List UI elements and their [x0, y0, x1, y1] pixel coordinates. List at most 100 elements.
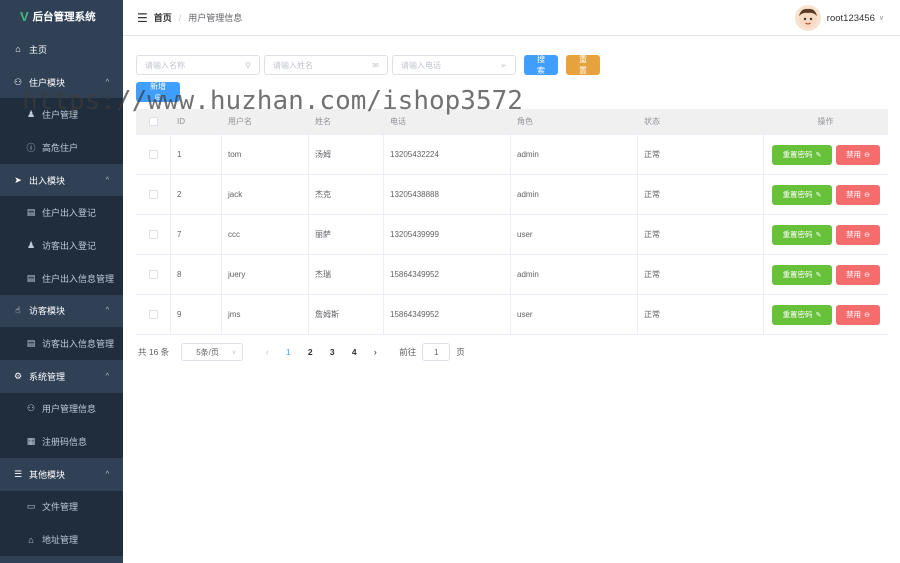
goto-page-input[interactable]: 1 — [422, 343, 451, 361]
stamp-icon: ♟ — [26, 239, 36, 250]
row-checkbox[interactable] — [148, 270, 158, 279]
select-all-checkbox[interactable] — [149, 117, 158, 126]
row-select-cell[interactable] — [136, 215, 171, 254]
name-search-input[interactable] — [145, 60, 235, 70]
sidebar-item-4[interactable]: ➤ 出入模块 ^ — [0, 164, 123, 197]
sidebar-item-label: 其他模块 — [29, 469, 66, 480]
sidebar-item-15[interactable]: ⌂ 地址管理 — [0, 523, 123, 556]
reset-button[interactable]: 重置 — [566, 55, 600, 75]
page-2-button[interactable]: 2 — [299, 347, 321, 357]
cell-name: 杰瑞 — [309, 255, 384, 294]
minus-circle-icon: ⊖ — [864, 271, 870, 279]
next-page-button[interactable]: › — [365, 347, 385, 357]
page-4-button[interactable]: 4 — [343, 347, 365, 357]
breadcrumb-separator: / — [178, 12, 182, 23]
phone-search-input[interactable] — [401, 60, 491, 70]
disable-button[interactable]: 禁用 ⊖ — [836, 144, 880, 165]
edit-icon: ✎ — [815, 191, 822, 199]
row-select-cell[interactable] — [136, 295, 171, 334]
sidebar-item-label: 文件管理 — [42, 502, 79, 513]
disable-label: 禁用 — [846, 230, 862, 239]
sidebar-item-10[interactable]: ⚙ 系统管理 ^ — [0, 360, 123, 393]
cell-status: 正常 — [644, 270, 660, 279]
reset-password-label: 重置密码 — [782, 270, 813, 279]
message-icon: ✉ — [372, 60, 379, 70]
sidebar-item-13[interactable]: ☰ 其他模块 ^ — [0, 458, 123, 491]
sidebar-item-0[interactable]: ⌂ 主页 — [0, 33, 123, 66]
sidebar-item-11[interactable]: ⚇ 用户管理信息 — [0, 392, 123, 426]
user-table: ID 用户名 姓名 电话 角色 状态 操作 1 tom 汤姆 13205432224 a… — [136, 109, 888, 335]
chevron-up-icon: ^ — [105, 176, 109, 184]
realname-search-field[interactable]: ✉ — [264, 55, 388, 75]
cell-id: 9 — [171, 295, 222, 334]
sidebar-item-12[interactable]: ▦ 注册码信息 — [0, 425, 123, 458]
reset-password-label: 重置密码 — [782, 190, 813, 199]
reset-password-button[interactable]: 重置密码 ✎ — [772, 304, 832, 325]
sidebar-item-label: 出入模块 — [29, 175, 66, 186]
cell-role: admin — [511, 135, 638, 174]
cell-name: 汤姆 — [309, 135, 384, 174]
hamburger-icon[interactable]: ☰ — [137, 11, 148, 25]
brand-title: 后台管理系统 — [32, 11, 96, 23]
user-dropdown[interactable]: root123456 ∨ — [794, 5, 884, 31]
goto-label: 前往 — [399, 347, 417, 357]
cell-phone: 13205438888 — [384, 175, 511, 214]
reset-password-button[interactable]: 重置密码 ✎ — [772, 144, 832, 165]
home-icon: ⌂ — [15, 44, 21, 55]
cell-role: user — [511, 215, 638, 254]
phone-search-field[interactable]: ➢ — [392, 55, 516, 75]
cell-actions: 重置密码 ✎ 禁用 ⊖ — [763, 175, 888, 214]
row-checkbox[interactable] — [148, 190, 158, 199]
row-checkbox[interactable] — [148, 230, 158, 239]
reset-password-button[interactable]: 重置密码 ✎ — [772, 224, 832, 245]
cell-name: 詹姆斯 — [309, 295, 384, 334]
page-size-select[interactable]: 5条/页 ∨ — [181, 343, 244, 361]
sidebar-item-8[interactable]: ☝ 访客模块 ^ — [0, 295, 123, 328]
cell-actions: 重置密码 ✎ 禁用 ⊖ — [763, 295, 888, 334]
cell-id: 8 — [171, 255, 222, 294]
disable-label: 禁用 — [846, 270, 862, 279]
disable-button[interactable]: 禁用 ⊖ — [836, 264, 880, 285]
sidebar-item-14[interactable]: ▭ 文件管理 — [0, 490, 123, 524]
sidebar-item-9[interactable]: ▤ 访客出入信息管理 — [0, 327, 123, 360]
row-select-cell[interactable] — [136, 135, 171, 174]
header-status: 状态 — [644, 117, 660, 126]
user-icon: ⚇ — [26, 403, 36, 414]
sidebar-item-6[interactable]: ♟ 访客出入登记 — [0, 229, 123, 262]
disable-button[interactable]: 禁用 ⊖ — [836, 184, 880, 205]
cell-status: 正常 — [644, 230, 660, 239]
search-button[interactable]: 搜索 — [524, 55, 558, 75]
sidebar-item-7[interactable]: ▤ 住户出入信息管理 — [0, 261, 123, 295]
row-checkbox[interactable] — [148, 150, 158, 159]
grid-icon: ▦ — [26, 436, 36, 447]
edit-icon: ✎ — [815, 311, 822, 319]
disable-button[interactable]: 禁用 ⊖ — [836, 224, 880, 245]
cell-role: admin — [511, 175, 638, 214]
row-select-cell[interactable] — [136, 175, 171, 214]
prev-page-button[interactable]: ‹ — [257, 347, 277, 357]
table-row: 1 tom 汤姆 13205432224 admin 正常 重置密码 ✎ 禁用 ⊖ — [136, 135, 888, 175]
row-checkbox[interactable] — [148, 310, 158, 319]
avatar — [794, 5, 821, 31]
row-select-cell[interactable] — [136, 255, 171, 294]
reset-password-button[interactable]: 重置密码 ✎ — [772, 264, 832, 285]
name-search-field[interactable]: ⚲ — [136, 55, 260, 75]
reset-password-button[interactable]: 重置密码 ✎ — [772, 184, 832, 205]
breadcrumb-current: 用户管理信息 — [188, 13, 243, 23]
cell-id: 2 — [171, 175, 222, 214]
header-actions: 操作 — [817, 117, 834, 126]
sidebar-item-3[interactable]: ⓘ 高危住户 — [0, 131, 123, 164]
cell-actions: 重置密码 ✎ 禁用 ⊖ — [763, 135, 888, 174]
page-1-button[interactable]: 1 — [277, 347, 299, 357]
send-icon: ➢ — [500, 60, 507, 70]
minus-circle-icon: ⊖ — [864, 151, 870, 159]
realname-search-input[interactable] — [273, 60, 363, 70]
vue-logo-icon: V — [20, 9, 29, 24]
sidebar-item-5[interactable]: ▤ 住户出入登记 — [0, 196, 123, 230]
page-3-button[interactable]: 3 — [321, 347, 343, 357]
breadcrumb-home[interactable]: 首页 — [154, 11, 172, 24]
cell-id: 7 — [171, 215, 222, 254]
house-icon: ⌂ — [28, 534, 34, 545]
disable-button[interactable]: 禁用 ⊖ — [836, 304, 880, 325]
sidebar-item-label: 访客出入信息管理 — [42, 339, 115, 350]
